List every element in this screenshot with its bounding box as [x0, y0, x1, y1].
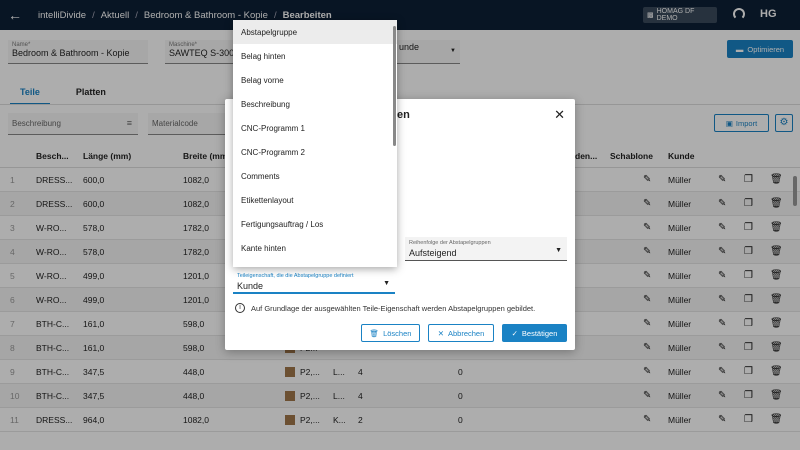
dropdown-option[interactable]: Abstapelgruppe — [233, 20, 397, 44]
dropdown-option[interactable]: CNC-Programm 1 — [233, 116, 397, 140]
cancel-button[interactable]: ✕ Abbrechen — [428, 324, 494, 342]
dropdown-option[interactable]: Beschreibung — [233, 92, 397, 116]
order-value: Aufsteigend — [409, 248, 457, 258]
info-message: Auf Grundlage der ausgewählten Teile-Eig… — [251, 303, 536, 313]
property-value: Kunde — [237, 281, 264, 291]
check-icon: ✓ — [511, 328, 518, 338]
confirm-label: Bestätigen — [521, 328, 558, 338]
cancel-label: Abbrechen — [448, 328, 485, 338]
trash-icon: 🗑 — [369, 328, 380, 338]
order-label: Reihenfolge der Abstapelgruppen — [409, 240, 491, 246]
dropdown-scrollbar[interactable] — [393, 26, 396, 146]
confirm-button[interactable]: ✓ Bestätigen — [502, 324, 567, 342]
caret-down-icon: ▼ — [383, 280, 390, 287]
property-dropdown-menu: Abstapelgruppe Belag hinten Belag vorne Bes… — [233, 20, 397, 267]
caret-down-icon: ▼ — [555, 247, 562, 254]
close-icon: ✕ — [437, 328, 444, 338]
property-select[interactable]: Teileigenschaft, die die Abstapelgruppe … — [233, 270, 395, 294]
dropdown-option[interactable]: Comments — [233, 164, 397, 188]
info-icon: i — [235, 303, 245, 313]
dropdown-option[interactable]: Fertigungsauftrag / Los — [233, 212, 397, 236]
dropdown-option[interactable]: Belag hinten — [233, 44, 397, 68]
delete-label: Löschen — [383, 328, 412, 338]
dropdown-option[interactable]: Etikettenlayout — [233, 188, 397, 212]
dropdown-option[interactable]: Belag vorne — [233, 68, 397, 92]
dropdown-option[interactable]: Kante hinten — [233, 236, 397, 260]
dropdown-option[interactable]: CNC-Programm 2 — [233, 140, 397, 164]
property-label: Teileigenschaft, die die Abstapelgruppe … — [237, 273, 354, 279]
close-icon[interactable]: ✕ — [554, 107, 565, 123]
order-select[interactable]: Reihenfolge der Abstapelgruppen Aufsteig… — [405, 237, 567, 261]
delete-button[interactable]: 🗑 Löschen — [361, 324, 420, 342]
info-text: i Auf Grundlage der ausgewählten Teile-E… — [235, 303, 535, 313]
dialog-title: en — [397, 109, 410, 121]
